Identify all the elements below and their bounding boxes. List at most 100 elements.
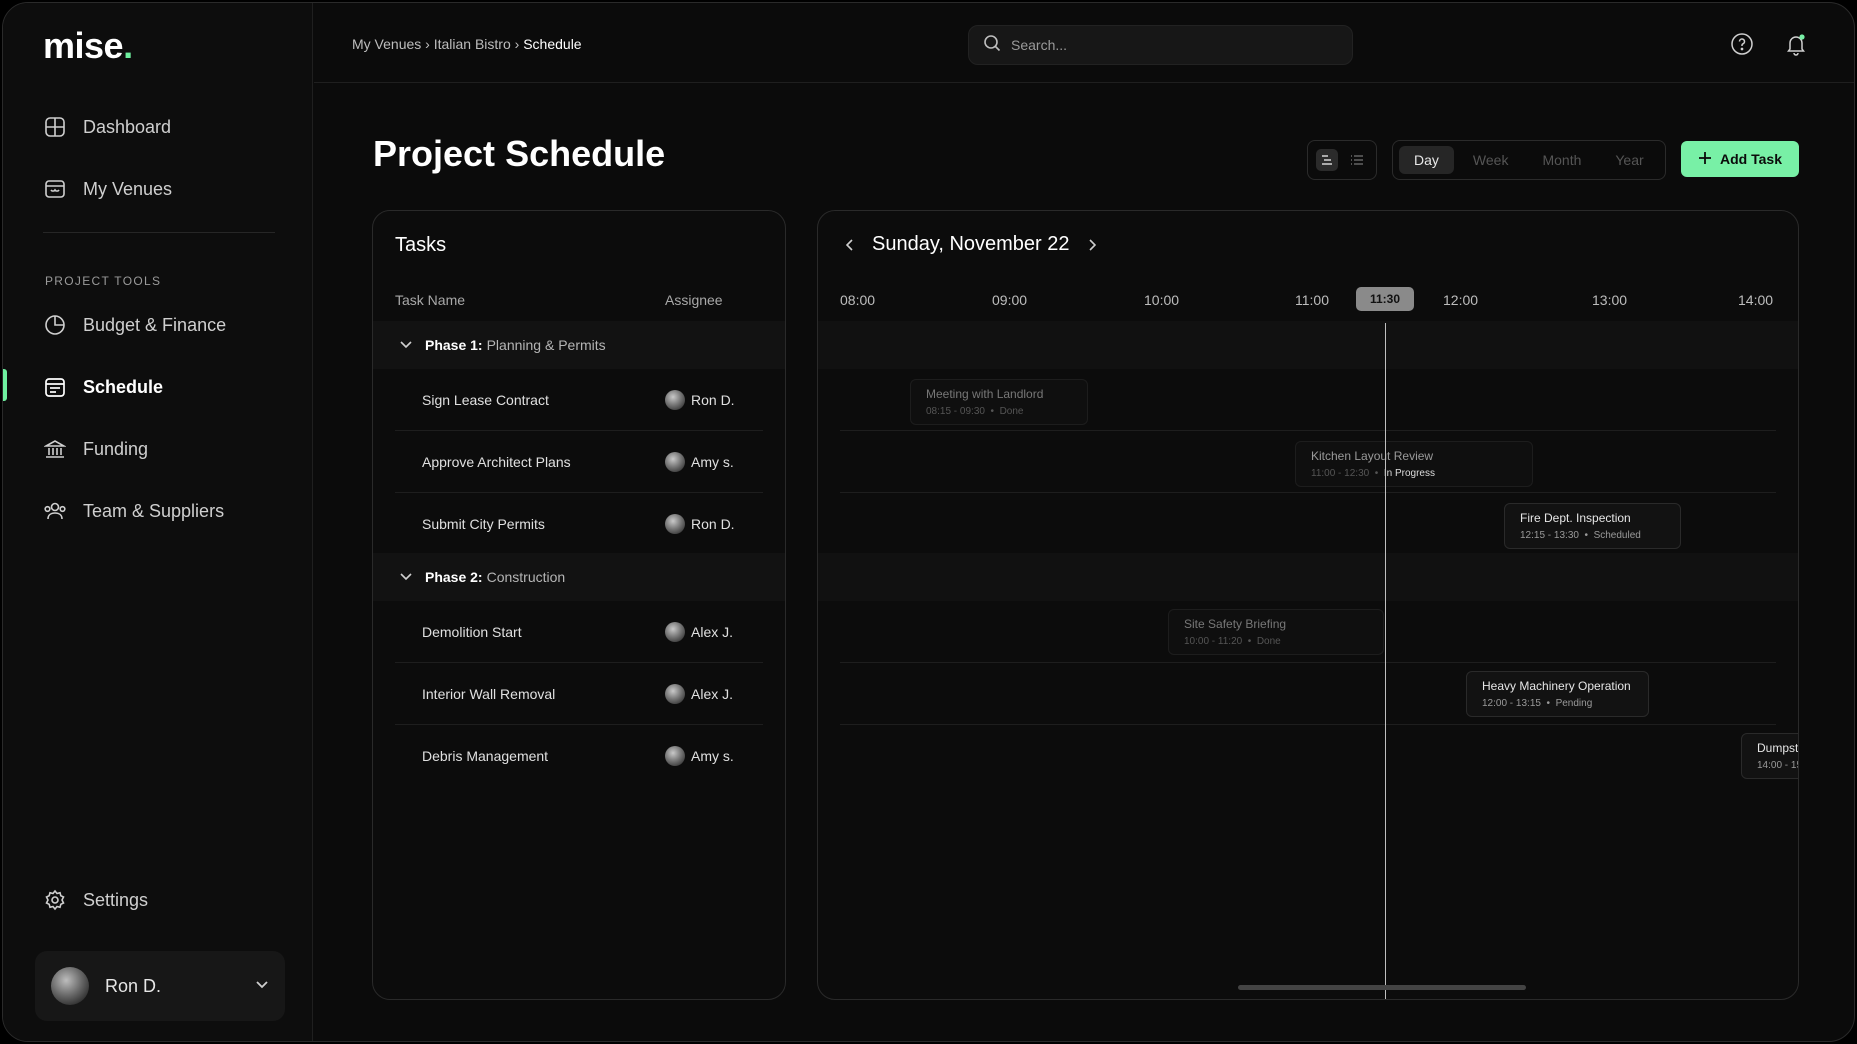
- hour-label: 10:00: [1144, 292, 1180, 308]
- table-row[interactable]: Sign Lease Contract Ron D.: [395, 369, 763, 431]
- chevron-down-icon: [399, 338, 413, 352]
- search-icon: [983, 34, 1001, 57]
- breadcrumb-italian-bistro[interactable]: Italian Bistro: [434, 36, 511, 52]
- avatar: [665, 621, 685, 642]
- team-icon: [43, 499, 67, 523]
- sidebar-item-my-venues[interactable]: My Venues: [43, 169, 172, 209]
- row-divider: [840, 724, 1776, 725]
- table-row[interactable]: Interior Wall Removal Alex J.: [395, 663, 763, 725]
- assignee: Amy s.: [665, 746, 734, 766]
- pie-chart-icon: [43, 313, 67, 337]
- hour-label: 08:00: [840, 292, 876, 308]
- task-name: Debris Management: [422, 748, 549, 764]
- timeline-phase-row: [818, 321, 1798, 369]
- row-divider: [840, 492, 1776, 493]
- sidebar-item-label: Funding: [83, 438, 149, 459]
- chevron-down-icon: [255, 977, 269, 995]
- current-date: Sunday, November 22: [872, 233, 1070, 255]
- current-time-line: [1385, 323, 1386, 999]
- sidebar-item-label: My Venues: [83, 178, 173, 199]
- table-row[interactable]: Submit City Permits Ron D.: [395, 493, 763, 555]
- search-box[interactable]: [968, 25, 1353, 65]
- current-time-badge: 11:30: [1356, 287, 1414, 311]
- add-task-label: Add Task: [1720, 151, 1782, 167]
- range-month[interactable]: Month: [1527, 146, 1596, 174]
- date-nav: Sunday, November 22: [842, 233, 1100, 256]
- sidebar-item-budget-finance[interactable]: Budget & Finance: [43, 305, 226, 345]
- range-week[interactable]: Week: [1458, 146, 1524, 174]
- task-name: Interior Wall Removal: [422, 685, 556, 702]
- breadcrumb-my-venues[interactable]: My Venues: [352, 36, 421, 52]
- task-name: Sign Lease Contract: [422, 391, 549, 408]
- table-row[interactable]: Approve Architect Plans Amy s.: [395, 431, 763, 493]
- sidebar-item-label: Team & Suppliers: [83, 500, 225, 521]
- chevron-down-icon: [399, 570, 413, 584]
- sidebar-item-team-suppliers[interactable]: Team & Suppliers: [43, 491, 224, 531]
- sidebar-item-label: Budget & Finance: [83, 314, 227, 335]
- task-name: Submit City Permits: [422, 516, 545, 532]
- sidebar-item-settings[interactable]: Settings: [43, 880, 148, 920]
- event-heavy-machinery-operation[interactable]: Heavy Machinery Operation 12:00 - 13:15 …: [1466, 671, 1649, 717]
- assignee: Amy s.: [665, 451, 734, 472]
- hour-label: 09:00: [992, 292, 1028, 308]
- add-task-button[interactable]: Add Task: [1681, 141, 1799, 177]
- event-fire-dept-inspection[interactable]: Fire Dept. Inspection 12:15 - 13:30 • Sc…: [1504, 503, 1681, 549]
- grid-icon: [43, 115, 67, 139]
- range-day[interactable]: Day: [1399, 146, 1454, 174]
- event-site-safety-briefing[interactable]: Site Safety Briefing 10:00 - 11:20 • Don…: [1168, 609, 1384, 655]
- phase-row-1[interactable]: Phase 1: Planning & Permits: [373, 321, 785, 369]
- assignee: Ron D.: [665, 389, 735, 410]
- page-title: Project Schedule: [373, 133, 666, 174]
- avatar: [665, 389, 685, 410]
- timeline-panel: Sunday, November 22 08:00 09:00 10:00 11…: [817, 210, 1799, 1000]
- active-indicator: [3, 369, 7, 401]
- topbar: My Venues › Italian Bistro › Schedule: [314, 3, 1854, 83]
- hour-label: 12:00: [1443, 292, 1479, 308]
- hour-label: 11:00: [1295, 292, 1329, 308]
- row-divider: [840, 662, 1776, 663]
- hour-label: 14:00: [1738, 292, 1774, 308]
- breadcrumb: My Venues › Italian Bistro › Schedule: [352, 36, 582, 52]
- gantt-view-button[interactable]: [1316, 149, 1338, 171]
- breadcrumb-separator: ›: [514, 36, 520, 52]
- gear-icon: [43, 888, 67, 912]
- assignee: Alex J.: [665, 683, 733, 704]
- avatar: [665, 683, 685, 704]
- sidebar: mise. Dashboard My Venues PROJECT TOOLS …: [3, 3, 313, 1041]
- table-row[interactable]: Demolition Start Alex J.: [395, 601, 763, 663]
- event-meeting-with-landlord[interactable]: Meeting with Landlord 08:15 - 09:30 • Do…: [910, 379, 1088, 425]
- range-selector: Day Week Month Year: [1392, 140, 1666, 180]
- sidebar-item-label: Dashboard: [83, 116, 172, 137]
- chevron-left-icon[interactable]: [842, 237, 858, 253]
- bank-icon: [43, 437, 67, 461]
- breadcrumb-current: Schedule: [523, 36, 582, 52]
- app-window: mise. Dashboard My Venues PROJECT TOOLS …: [2, 2, 1855, 1042]
- event-dumpster[interactable]: Dumpst 14:00 - 15: [1741, 733, 1798, 779]
- sidebar-item-schedule[interactable]: Schedule: [43, 367, 163, 407]
- sidebar-item-funding[interactable]: Funding: [43, 429, 148, 469]
- range-year[interactable]: Year: [1600, 146, 1658, 174]
- help-icon[interactable]: [1729, 31, 1755, 57]
- timeline-phase-row: [818, 553, 1798, 601]
- search-input[interactable]: [1011, 37, 1311, 53]
- calendar-icon: [43, 375, 67, 399]
- user-menu[interactable]: Ron D.: [35, 951, 285, 1021]
- avatar: [51, 967, 89, 1005]
- avatar: [665, 746, 685, 766]
- list-view-button[interactable]: [1346, 149, 1368, 171]
- avatar: [665, 514, 685, 534]
- assignee: Alex J.: [665, 621, 733, 642]
- view-toggle: [1307, 140, 1377, 180]
- event-kitchen-layout-review[interactable]: Kitchen Layout Review 11:00 - 12:30 • In…: [1295, 441, 1533, 487]
- bell-icon[interactable]: [1783, 31, 1809, 57]
- phase-row-2[interactable]: Phase 2: Construction: [373, 553, 785, 601]
- task-name: Demolition Start: [422, 623, 522, 640]
- chevron-right-icon[interactable]: [1084, 237, 1100, 253]
- app-logo[interactable]: mise.: [43, 25, 133, 67]
- sidebar-divider: [43, 232, 275, 233]
- sidebar-item-dashboard[interactable]: Dashboard: [43, 107, 171, 147]
- table-row[interactable]: Debris Management Amy s.: [395, 725, 763, 787]
- horizontal-scrollbar[interactable]: [1238, 985, 1526, 990]
- breadcrumb-separator: ›: [425, 36, 430, 52]
- col-assignee: Assignee: [665, 292, 723, 308]
